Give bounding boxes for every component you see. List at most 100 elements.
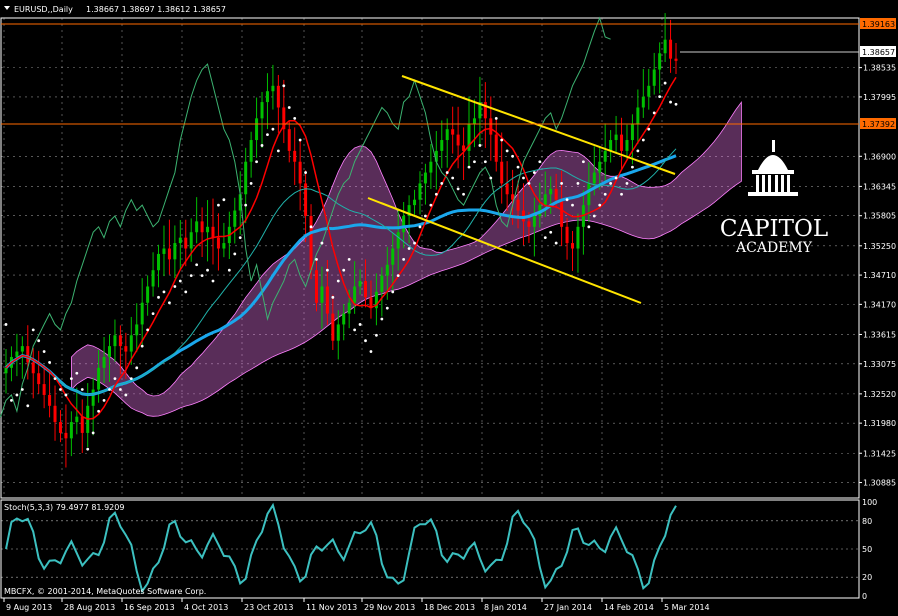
candle-body <box>58 422 62 433</box>
sar-dot <box>543 236 547 240</box>
sar-dot <box>424 214 427 218</box>
candle-body <box>451 129 455 135</box>
sar-dot <box>244 203 248 207</box>
sar-dot <box>108 388 111 391</box>
date-tick-label: 28 Aug 2013 <box>64 603 115 612</box>
price-tick-label: 1.35805 <box>863 212 896 221</box>
candle-body <box>560 199 564 227</box>
sar-dot <box>462 192 465 196</box>
candle-body <box>391 248 395 265</box>
sar-dot <box>97 409 101 413</box>
candle-body <box>53 405 57 423</box>
candle-body <box>178 237 182 244</box>
sar-dot <box>620 192 623 196</box>
candle-body <box>571 243 575 249</box>
price-tick-label: 1.32520 <box>863 390 896 399</box>
stoch-level-label: 20 <box>862 573 872 582</box>
sar-dot <box>641 138 645 142</box>
candle-body <box>336 324 340 341</box>
candle-body <box>118 335 122 347</box>
candle-body <box>587 183 591 206</box>
candle-body <box>233 210 237 227</box>
sar-dot <box>603 192 607 196</box>
date-tick-label: 9 Aug 2013 <box>6 603 52 612</box>
highlight-labels: 1.39163 1.38657 1.37392 <box>860 18 896 129</box>
symbol-label: EURUSD,,Daily <box>14 5 73 14</box>
candle-body <box>173 243 177 260</box>
sar-dot <box>342 268 346 272</box>
date-tick-label: 23 Oct 2013 <box>244 603 293 612</box>
sar-dot <box>75 371 79 375</box>
level-tag-2-text: 1.37392 <box>862 120 895 129</box>
sar-dot <box>369 350 373 353</box>
price-tick-label: 1.35250 <box>863 242 896 251</box>
sar-dot <box>358 323 362 326</box>
sar-dot <box>429 203 433 207</box>
sar-dot <box>331 295 335 299</box>
candle-body <box>385 264 389 276</box>
sar-dot <box>233 252 237 256</box>
candle-body <box>222 243 226 249</box>
sar-dot <box>48 361 51 364</box>
sar-dot <box>522 176 525 180</box>
sar-dot <box>282 84 286 88</box>
sar-dot <box>184 290 188 294</box>
candle-body <box>494 134 498 162</box>
sar-dot <box>658 95 662 99</box>
candle-body <box>516 199 520 211</box>
sar-dot <box>375 333 378 337</box>
sar-dot <box>113 377 117 381</box>
candle-body <box>609 140 613 151</box>
sar-dot <box>91 431 95 435</box>
sar-dot <box>15 393 19 397</box>
candle-body <box>505 183 509 195</box>
sar-dot <box>445 171 449 174</box>
sar-dot <box>527 182 531 185</box>
candle-body <box>543 194 547 206</box>
sar-dot <box>287 106 291 109</box>
candle-body <box>135 324 139 336</box>
price-tick-label: 1.31425 <box>863 449 896 458</box>
candle-body <box>674 58 678 61</box>
candle-body <box>48 394 52 406</box>
dropdown-triangle-icon[interactable] <box>4 6 10 10</box>
candle-body <box>625 140 629 151</box>
date-tick-label: 8 Jan 2014 <box>484 603 527 612</box>
sar-dot <box>80 388 84 391</box>
stoch-level-label: 50 <box>862 545 872 554</box>
candle-body <box>184 237 188 249</box>
candle-body <box>129 335 133 352</box>
sar-dot <box>576 182 580 185</box>
candle-body <box>162 248 166 254</box>
indicator-pane[interactable] <box>0 499 860 599</box>
date-tick-label: 29 Nov 2013 <box>364 603 415 612</box>
sar-dot <box>434 192 438 196</box>
sar-dot <box>227 268 231 272</box>
sar-dot <box>31 328 35 332</box>
candle-body <box>620 134 624 151</box>
chart-header: EURUSD,,Daily 1.38667 1.38697 1.38612 1.… <box>4 5 226 14</box>
candle-body <box>80 416 84 433</box>
sar-dot <box>483 160 487 164</box>
stochastic-title: Stoch(5,3,3) 79.4977 81.9209 <box>4 503 124 512</box>
sar-dot <box>189 274 193 278</box>
sar-dot <box>669 100 672 104</box>
sar-dot <box>440 182 444 185</box>
candle-body <box>380 275 384 292</box>
sar-dot <box>129 377 133 381</box>
sar-dot <box>538 160 542 164</box>
sar-dot <box>320 241 324 245</box>
sar-dot <box>347 257 351 261</box>
sar-dot <box>402 257 406 261</box>
ohlc-values: 1.38667 1.38697 1.38612 1.38657 <box>86 5 226 14</box>
price-tick-label: 1.36900 <box>863 152 896 161</box>
chart-canvas[interactable]: EURUSD,,Daily 1.38667 1.38697 1.38612 1.… <box>0 0 898 616</box>
copyright-text: MBCFX, © 2001-2014, MetaQuotes Software … <box>4 587 206 596</box>
candle-body <box>216 237 220 249</box>
sar-dot <box>598 203 602 207</box>
sar-dot <box>396 274 400 278</box>
sar-dot <box>102 398 106 402</box>
candle-body <box>429 161 433 173</box>
sar-dot <box>609 182 613 185</box>
sar-dot <box>516 165 520 169</box>
